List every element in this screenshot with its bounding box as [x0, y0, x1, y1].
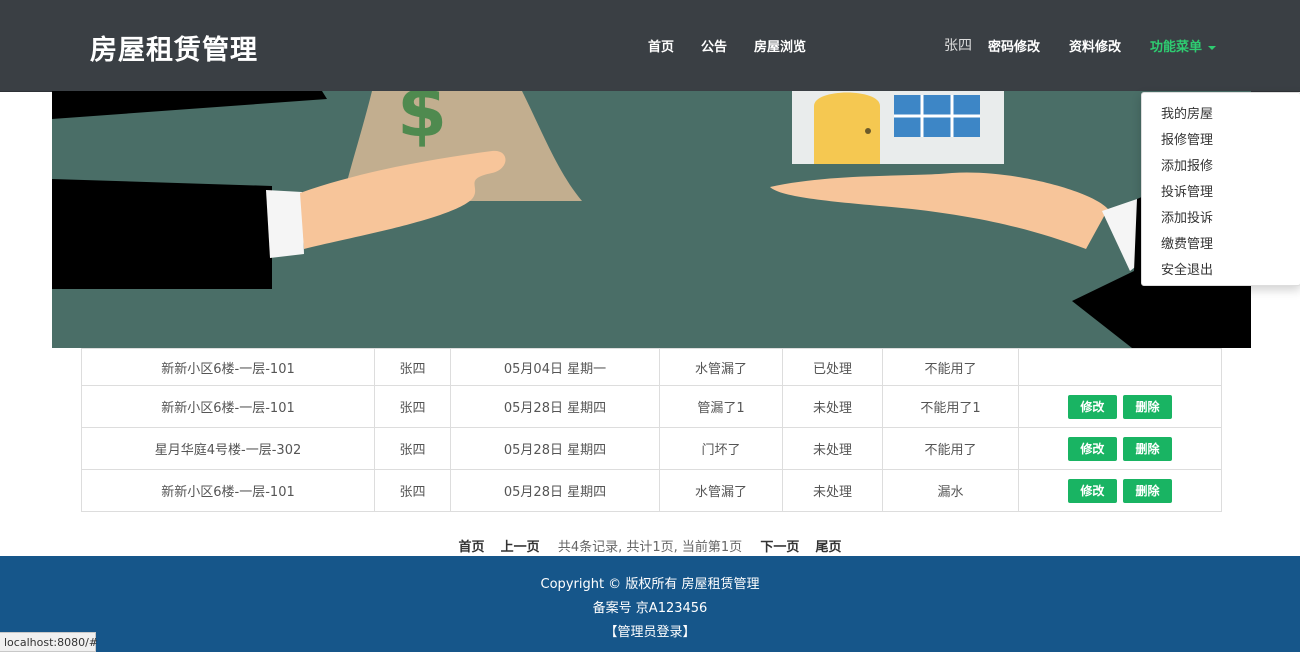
table-row: 星月华庭4号楼-一层-302 张四 05月28日 星期四 门坏了 未处理 不能用… [81, 427, 1222, 470]
cell-title: 水管漏了 [659, 348, 783, 386]
menu-item-add-repair[interactable]: 添加报修 [1161, 155, 1213, 174]
page-next[interactable]: 下一页 [760, 540, 799, 555]
footer-copyright: Copyright © 版权所有 房屋租赁管理 [540, 577, 760, 592]
menu-item-complaint-manage[interactable]: 投诉管理 [1161, 181, 1213, 200]
edit-button[interactable]: 修改 [1067, 394, 1117, 419]
cell-note: 不能用了 [882, 427, 1019, 470]
page-first[interactable]: 首页 [459, 540, 485, 555]
menu-item-payment-manage[interactable]: 缴费管理 [1161, 233, 1213, 252]
function-menu-dropdown: 我的房屋 报修管理 添加报修 投诉管理 添加投诉 缴费管理 安全退出 [1141, 92, 1300, 286]
menu-item-add-complaint[interactable]: 添加投诉 [1161, 207, 1213, 226]
rent-exchange-illustration: $ [52, 91, 1251, 348]
cell-date: 05月28日 星期四 [450, 385, 660, 428]
footer: Copyright © 版权所有 房屋租赁管理 备案号 京A123456 【管理… [0, 556, 1300, 652]
menu-item-my-house[interactable]: 我的房屋 [1161, 103, 1213, 122]
footer-icp: 备案号 京A123456 [592, 601, 708, 616]
nav-password-change[interactable]: 密码修改 [988, 36, 1040, 55]
browser-status-url: localhost:8080/# [0, 632, 98, 652]
cell-actions [1018, 348, 1222, 386]
brand-title[interactable]: 房屋租赁管理 [90, 28, 258, 67]
caret-down-icon [1208, 45, 1217, 50]
table-row: 新新小区6楼-一层-101 张四 05月28日 星期四 水管漏了 未处理 漏水 … [81, 469, 1222, 512]
repair-table: 新新小区6楼-一层-101 张四 05月04日 星期一 水管漏了 已处理 不能用… [81, 348, 1222, 512]
cell-house: 新新小区6楼-一层-101 [81, 348, 375, 386]
cell-title: 管漏了1 [659, 385, 783, 428]
cell-status: 未处理 [782, 385, 883, 428]
nav-home[interactable]: 首页 [648, 36, 674, 55]
cell-house: 新新小区6楼-一层-101 [81, 469, 375, 512]
edit-button[interactable]: 修改 [1067, 478, 1117, 503]
function-menu-label: 功能菜单 [1150, 40, 1203, 55]
page-last[interactable]: 尾页 [815, 540, 841, 555]
cell-user: 张四 [374, 427, 451, 470]
dollar-icon: $ [397, 91, 447, 153]
admin-login-link[interactable]: 【管理员登录】 [0, 621, 1300, 640]
nav-profile-edit[interactable]: 资料修改 [1069, 36, 1121, 55]
cell-date: 05月28日 星期四 [450, 427, 660, 470]
cell-actions: 修改 删除 [1018, 385, 1222, 428]
delete-button[interactable]: 删除 [1123, 436, 1173, 461]
cell-actions: 修改 删除 [1018, 469, 1222, 512]
cell-status: 未处理 [782, 469, 883, 512]
cell-date: 05月04日 星期一 [450, 348, 660, 386]
cell-actions: 修改 删除 [1018, 427, 1222, 470]
cell-note: 不能用了 [882, 348, 1019, 386]
user-name: 张四 [944, 38, 972, 54]
table-row: 新新小区6楼-一层-101 张四 05月04日 星期一 水管漏了 已处理 不能用… [81, 348, 1222, 386]
edit-button[interactable]: 修改 [1067, 436, 1117, 461]
navbar: 房屋租赁管理 首页 公告 房屋浏览 张四 密码修改 资料修改 功能菜单 [0, 0, 1300, 92]
menu-item-logout[interactable]: 安全退出 [1161, 259, 1213, 278]
cell-user: 张四 [374, 469, 451, 512]
nav-announcements[interactable]: 公告 [701, 36, 727, 55]
cell-status: 已处理 [782, 348, 883, 386]
cell-title: 门坏了 [659, 427, 783, 470]
delete-button[interactable]: 删除 [1123, 394, 1173, 419]
cell-title: 水管漏了 [659, 469, 783, 512]
cell-date: 05月28日 星期四 [450, 469, 660, 512]
cell-user: 张四 [374, 348, 451, 386]
menu-item-repair-manage[interactable]: 报修管理 [1161, 129, 1213, 148]
table-row: 新新小区6楼-一层-101 张四 05月28日 星期四 管漏了1 未处理 不能用… [81, 385, 1222, 428]
nav-function-menu[interactable]: 功能菜单 [1150, 36, 1217, 55]
cell-house: 新新小区6楼-一层-101 [81, 385, 375, 428]
cell-user: 张四 [374, 385, 451, 428]
cell-status: 未处理 [782, 427, 883, 470]
page-info: 共4条记录, 共计1页, 当前第1页 [557, 540, 743, 555]
nav-house-browse[interactable]: 房屋浏览 [754, 36, 806, 55]
pagination: 首页 上一页 共4条记录, 共计1页, 当前第1页 下一页 尾页 [0, 536, 1300, 555]
cell-note: 不能用了1 [882, 385, 1019, 428]
cell-note: 漏水 [882, 469, 1019, 512]
page-prev[interactable]: 上一页 [501, 540, 540, 555]
banner-image: $ [52, 91, 1251, 348]
delete-button[interactable]: 删除 [1123, 478, 1173, 503]
cell-house: 星月华庭4号楼-一层-302 [81, 427, 375, 470]
